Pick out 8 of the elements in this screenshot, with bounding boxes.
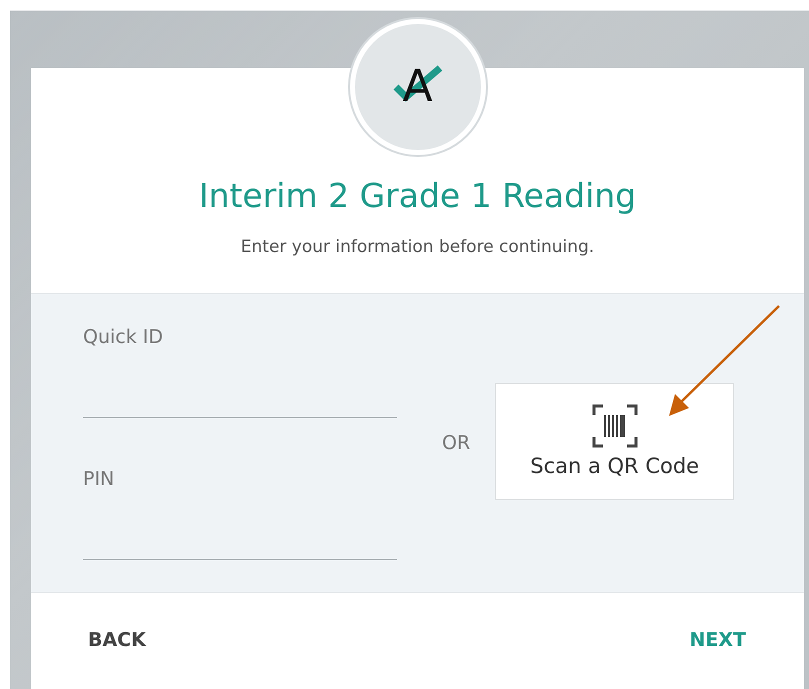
or-separator: OR: [442, 432, 470, 454]
field-label: Quick ID: [83, 326, 164, 348]
instruction-text: Enter your information before continuing.: [240, 237, 594, 257]
back-button[interactable]: BACK: [88, 629, 146, 651]
scan-qr-button[interactable]: Scan a QR Code: [495, 382, 734, 500]
test-title: Interim 2 Grade 1 Reading: [198, 176, 636, 215]
barcode-icon: [592, 404, 638, 448]
field-label: PIN: [83, 468, 116, 490]
